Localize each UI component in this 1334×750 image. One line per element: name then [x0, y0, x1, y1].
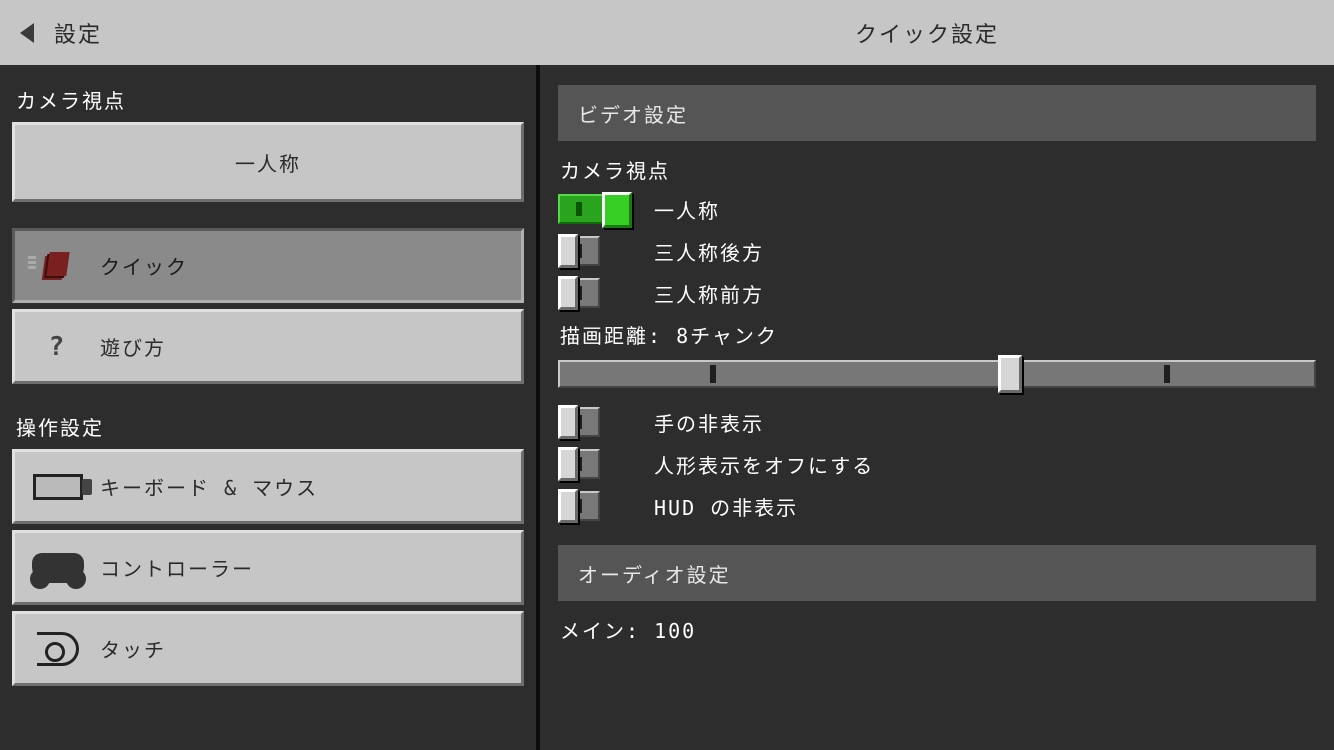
sidebar-item-quick[interactable]: クイック: [12, 228, 524, 303]
toggle-on-icon: [558, 192, 632, 226]
settings-main-panel: ビデオ設定 カメラ視点 一人称 三人称後方 三人称前方 描画距離: 8チャンク …: [540, 65, 1334, 750]
toggle-hide-hand[interactable]: 手の非表示: [558, 405, 1316, 439]
camera-perspective-label: カメラ視点: [560, 155, 1316, 184]
slider-handle-icon: [998, 355, 1022, 393]
toggle-off-icon: [558, 405, 632, 439]
keyboard-icon: [33, 474, 83, 500]
slider-track: [558, 360, 1316, 388]
video-settings-header: ビデオ設定: [558, 85, 1316, 141]
sidebar-item-label: タッチ: [100, 634, 521, 663]
toggle-label: 手の非表示: [654, 408, 764, 437]
camera-perspective-button[interactable]: 一人称: [12, 122, 524, 202]
sidebar-item-label: コントローラー: [100, 553, 521, 582]
title-bar: 設定 クイック設定: [0, 0, 1334, 65]
audio-settings-header: オーディオ設定: [558, 545, 1316, 601]
main-volume-label: メイン: 100: [560, 615, 1316, 644]
touch-icon: [37, 632, 79, 666]
sidebar-item-touch[interactable]: タッチ: [12, 611, 524, 686]
page-title: クイック設定: [855, 17, 999, 49]
quick-icon: [40, 250, 76, 282]
toggle-off-icon: [558, 489, 632, 523]
sidebar-item-controller[interactable]: コントローラー: [12, 530, 524, 605]
render-distance-label: 描画距離: 8チャンク: [560, 320, 1316, 349]
question-icon: ?: [15, 332, 100, 362]
sidebar-item-label: キーボード & マウス: [100, 472, 521, 501]
screen-title: 設定: [54, 17, 102, 49]
section-controls: 操作設定: [16, 412, 524, 441]
toggle-label: 三人称後方: [654, 237, 764, 266]
sidebar-item-howtoplay[interactable]: ? 遊び方: [12, 309, 524, 384]
toggle-hide-doll[interactable]: 人形表示をオフにする: [558, 447, 1316, 481]
toggle-off-icon: [558, 276, 632, 310]
toggle-off-icon: [558, 234, 632, 268]
camera-option-third-front[interactable]: 三人称前方: [558, 276, 1316, 310]
camera-option-first[interactable]: 一人称: [558, 192, 1316, 226]
toggle-label: 三人称前方: [654, 279, 764, 308]
toggle-label: 一人称: [654, 195, 720, 224]
sidebar-item-label: 遊び方: [100, 332, 521, 361]
render-distance-slider[interactable]: [558, 357, 1316, 391]
controller-icon: [32, 553, 84, 583]
toggle-label: HUD の非表示: [654, 492, 798, 521]
camera-perspective-label: 一人称: [235, 148, 301, 177]
back-button[interactable]: 設定: [20, 17, 102, 49]
sidebar-item-label: クイック: [100, 251, 521, 280]
camera-option-third-back[interactable]: 三人称後方: [558, 234, 1316, 268]
chevron-left-icon: [20, 23, 34, 43]
section-camera: カメラ視点: [16, 85, 524, 114]
toggle-hide-hud[interactable]: HUD の非表示: [558, 489, 1316, 523]
settings-sidebar: カメラ視点 一人称 クイック ? 遊び方 操作設定 キーボード & マウス コン…: [0, 65, 540, 750]
toggle-label: 人形表示をオフにする: [654, 450, 874, 479]
sidebar-item-keyboard[interactable]: キーボード & マウス: [12, 449, 524, 524]
toggle-off-icon: [558, 447, 632, 481]
